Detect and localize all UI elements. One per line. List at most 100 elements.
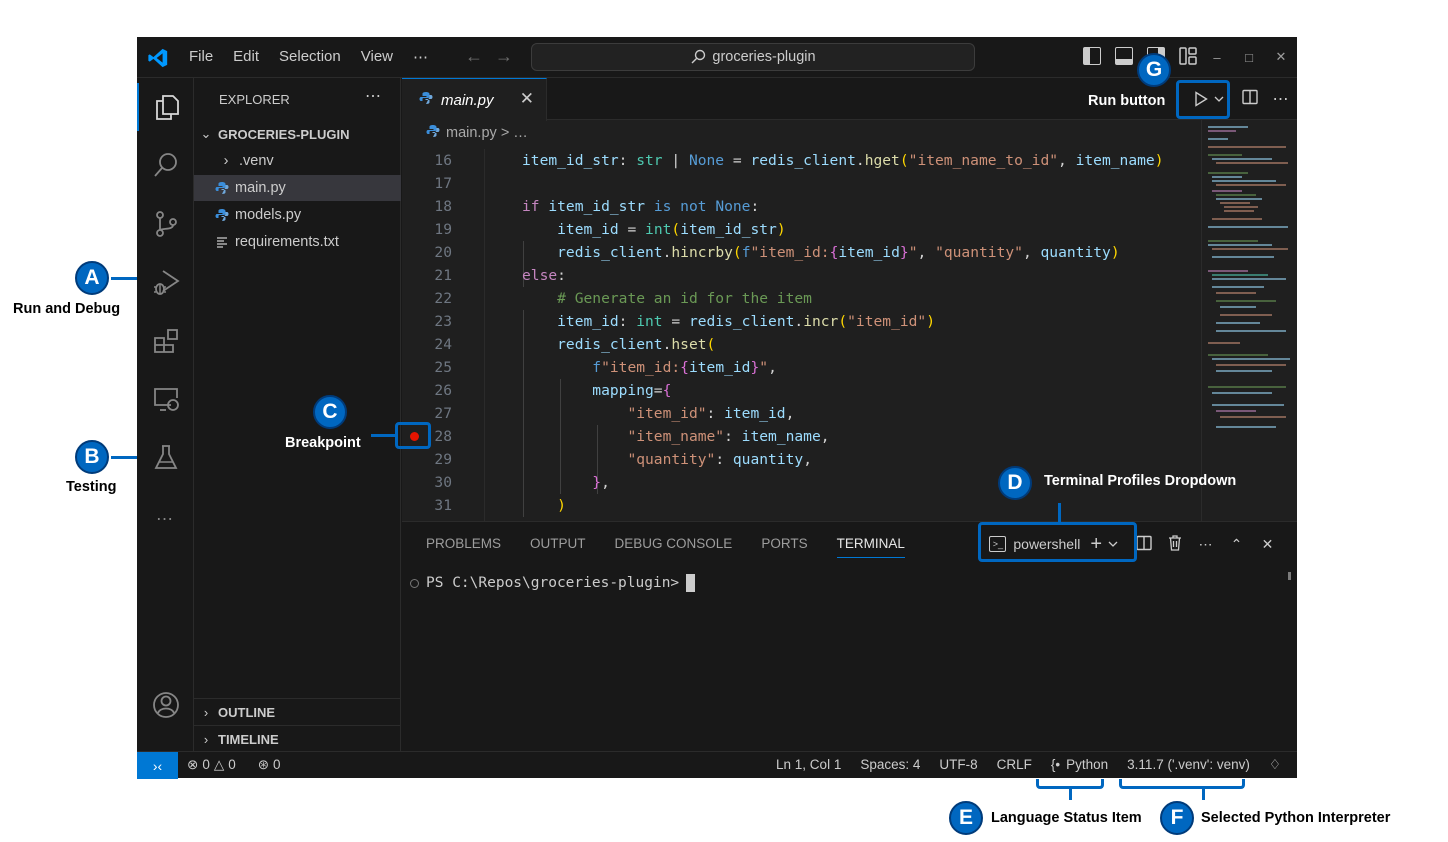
line-number: 25 [434,359,452,376]
timeline-section[interactable]: › TIMELINE [194,725,401,752]
folder-header[interactable]: ⌄ GROCERIES-PLUGIN [194,121,401,147]
code-text: # Generate an id for the item [557,290,812,307]
python-file-icon [426,124,440,142]
activity-bar: … [137,78,194,774]
split-editor-button[interactable] [1235,89,1265,110]
tree-item-label: requirements.txt [235,234,339,250]
vscode-logo-icon [148,48,168,68]
toggle-sidebar-icon[interactable] [1083,47,1101,65]
minimap[interactable] [1201,120,1297,521]
language-status-braces-icon[interactable]: {• [1051,757,1060,773]
files-icon [155,95,179,120]
menu-file[interactable]: File [189,48,213,66]
restore-button[interactable]: □ [1233,50,1265,65]
line-number: 29 [434,451,452,468]
terminal-scrollbar[interactable] [1288,572,1291,580]
status-eol[interactable]: CRLF [997,757,1032,773]
text-file-icon [212,236,232,248]
code-line: 29 "quantity": quantity, [402,448,1197,471]
maximize-panel-icon[interactable]: ⌃ [1221,536,1252,553]
back-arrow-icon[interactable]: ← [465,46,495,66]
kill-terminal-button[interactable] [1159,534,1190,554]
editor-more-actions-button[interactable]: ⋯ [1265,89,1297,109]
tab-ports[interactable]: PORTS [761,536,807,558]
sidebar-more-button[interactable]: ⋯ [365,86,382,106]
tree-item-venv[interactable]: › .venv [194,148,401,174]
warning-count: 0 [228,757,236,772]
menu-more[interactable]: ⋯ [413,48,428,66]
annotation-label-python-interpreter: Selected Python Interpreter [1201,810,1391,826]
menu-edit[interactable]: Edit [233,48,259,66]
code-line: 24 redis_client.hset( [402,333,1197,356]
menu-view[interactable]: View [361,48,393,66]
remote-icon: ›‹ [152,757,163,774]
code-text: item_id_str: str | None = redis_client.h… [522,152,1164,169]
outline-section[interactable]: › OUTLINE [194,698,401,725]
tab-main-py[interactable]: main.py ✕ [402,78,547,121]
forward-arrow-icon[interactable]: → [495,46,525,66]
activity-search[interactable] [137,141,194,189]
split-editor-icon [1242,89,1258,104]
command-center[interactable]: groceries-plugin [531,43,975,71]
code-text: "quantity": quantity, [627,451,812,468]
activity-remote-explorer[interactable] [137,375,194,423]
panel-more-button[interactable]: ⋯ [1190,536,1221,553]
code-text: if item_id_str is not None: [522,198,760,215]
vscode-window: File Edit Selection View ⋯ ←→ groceries-… [137,37,1297,779]
customize-layout-icon[interactable] [1179,47,1197,65]
activity-accounts[interactable] [137,681,194,729]
run-debug-icon [153,270,180,295]
title-bar: File Edit Selection View ⋯ ←→ groceries-… [137,37,1297,78]
code-text: "item_name": item_name, [627,428,830,445]
line-number: 27 [434,405,452,422]
close-tab-icon[interactable]: ✕ [520,89,534,109]
menu-selection[interactable]: Selection [279,48,341,66]
activity-more[interactable]: … [137,490,194,538]
code-text: mapping={ [522,382,672,399]
activity-run-and-debug[interactable] [137,258,194,306]
tab-debug-console[interactable]: DEBUG CONSOLE [615,536,733,558]
breadcrumb-file[interactable]: main.py [446,125,497,141]
code-text: item_id = int(item_id_str) [522,221,786,238]
annotation-label-run-button: Run button [1088,93,1166,109]
tab-output[interactable]: OUTPUT [530,536,586,558]
activity-extensions[interactable] [137,317,194,365]
line-number: 16 [434,152,452,169]
status-encoding[interactable]: UTF-8 [939,757,977,773]
tree-item-models-py[interactable]: models.py [194,202,401,228]
status-indentation[interactable]: Spaces: 4 [860,757,920,773]
activity-source-control[interactable] [137,200,194,248]
tab-terminal[interactable]: TERMINAL [836,536,905,558]
status-cursor-position[interactable]: Ln 1, Col 1 [776,757,841,773]
annotation-badge-g: G [1137,53,1171,87]
notifications-bell-icon[interactable]: ♢ [1269,757,1281,773]
chevron-right-icon: › [223,153,229,169]
status-language[interactable]: Python [1066,757,1108,773]
status-python-interpreter[interactable]: 3.11.7 ('.venv': venv) [1127,757,1250,773]
annotation-box-run-button [1176,80,1230,119]
line-number: 18 [434,198,452,215]
line-number: 22 [434,290,452,307]
tree-item-main-py[interactable]: main.py [194,175,401,201]
annotation-box-breakpoint [395,422,431,449]
split-terminal-icon [1135,535,1152,550]
code-editor[interactable]: 16 item_id_str: str | None = redis_client… [402,149,1197,521]
annotation-connector-f [1202,789,1205,800]
minimize-button[interactable]: – [1201,50,1233,65]
panel-tabs: PROBLEMS OUTPUT DEBUG CONSOLE PORTS TERM… [426,536,934,558]
tab-problems[interactable]: PROBLEMS [426,536,501,558]
status-problems[interactable]: ⊗ 0 △ 0 ⊛ 0 [187,757,281,773]
close-panel-icon[interactable]: ✕ [1252,536,1283,553]
code-line: 17 [402,172,1197,195]
terminal-output[interactable]: PS C:\Repos\groceries-plugin> [410,574,696,592]
terminal-prompt: PS C:\Repos\groceries-plugin> [426,575,680,591]
tree-item-requirements[interactable]: requirements.txt [194,229,401,255]
toggle-panel-icon[interactable] [1115,47,1133,65]
close-window-button[interactable]: ✕ [1265,49,1297,65]
chevron-down-icon: ⌄ [200,126,212,141]
activity-testing[interactable] [137,433,194,481]
sidebar-title: EXPLORER [219,92,290,107]
breadcrumb-rest[interactable]: > … [501,125,528,141]
remote-indicator[interactable]: ›‹ [137,752,178,779]
activity-explorer[interactable] [137,83,194,131]
